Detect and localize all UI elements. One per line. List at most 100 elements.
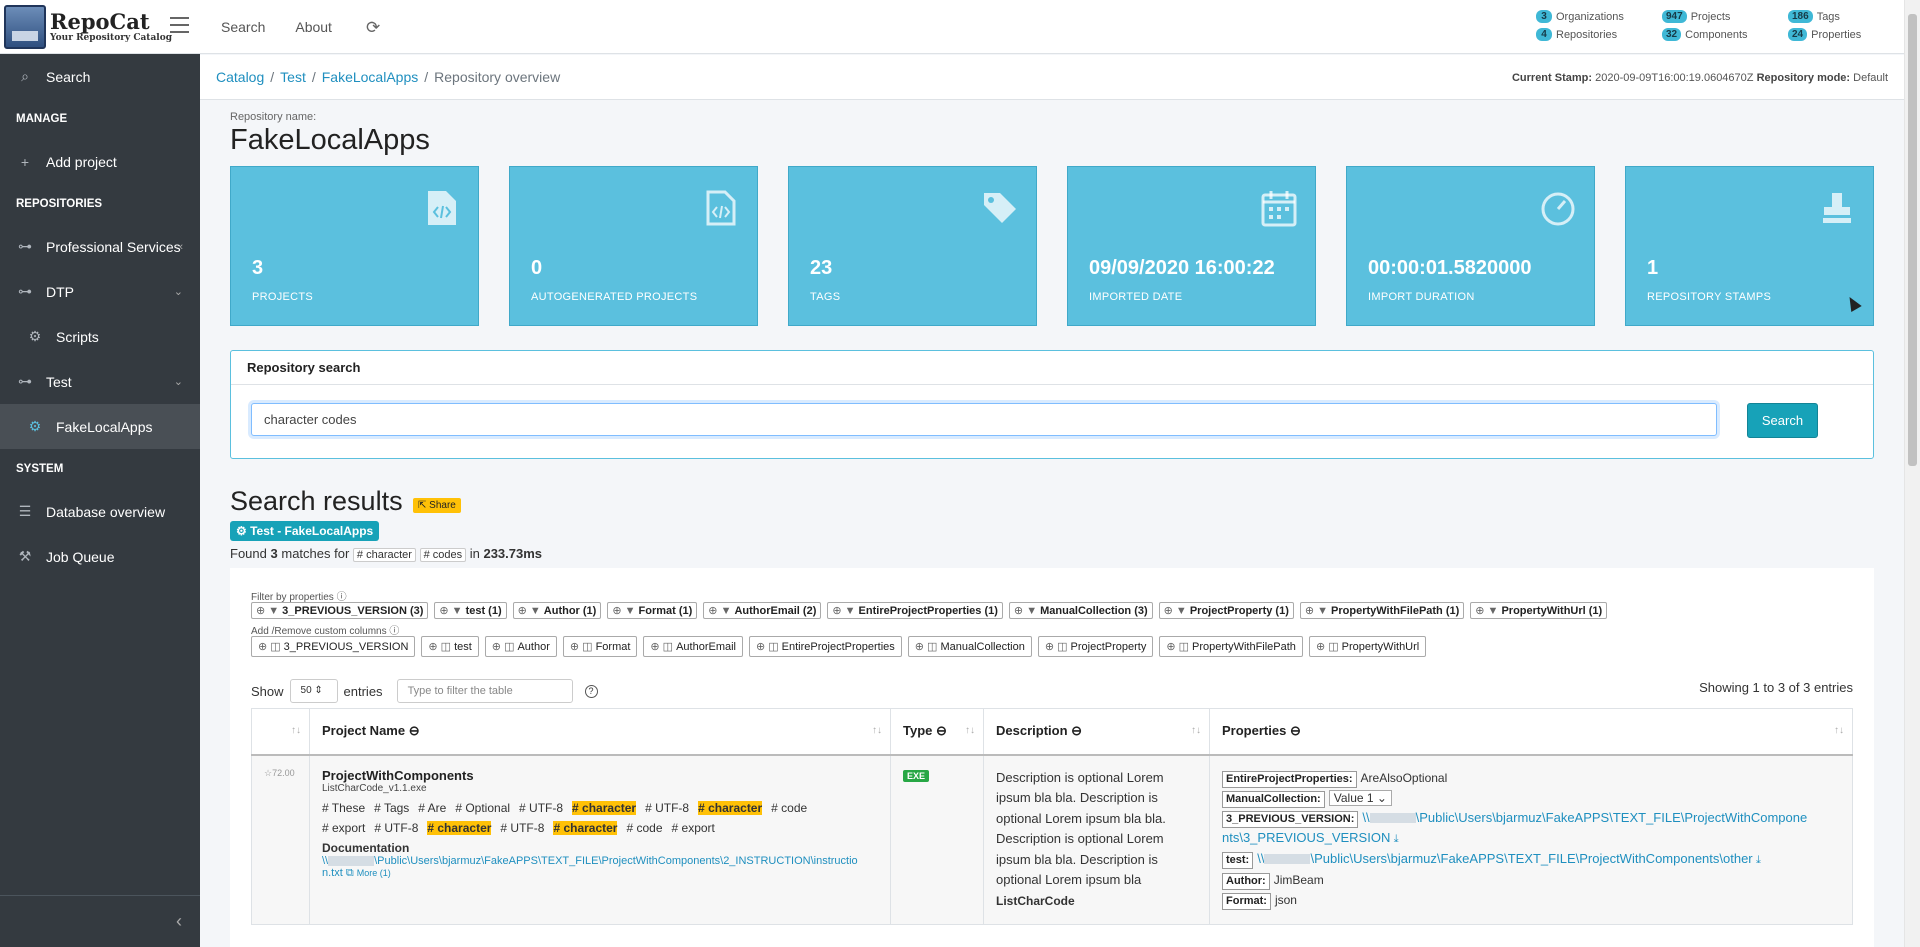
stat-components[interactable]: 32 Components: [1662, 28, 1788, 41]
chevron-left-icon: ‹: [179, 240, 183, 253]
minus-circle-icon[interactable]: ⊖: [936, 723, 947, 738]
sidebar-item-search[interactable]: ⌕ Search: [0, 54, 200, 99]
search-button[interactable]: Search: [1747, 403, 1818, 438]
stat-tags[interactable]: 186 Tags: [1788, 10, 1888, 23]
column-chip[interactable]: ⊕ ◫ PropertyWithFilePath: [1159, 636, 1303, 657]
test-link[interactable]: \\ \Public\Users\bjarmuz\FakeAPPS\TEXT_FI…: [1257, 851, 1752, 866]
stat-organizations[interactable]: 3 Organizations: [1536, 10, 1662, 23]
query-tag-character[interactable]: # character: [352, 548, 416, 562]
brand-name: RepoCat: [50, 9, 150, 34]
stat-projects[interactable]: 947 Projects: [1662, 10, 1788, 23]
page-title: FakeLocalApps: [230, 124, 430, 156]
properties-column-header[interactable]: Properties ⊖ ↑↓: [1209, 708, 1853, 756]
rating-column-header[interactable]: ↑↓: [251, 708, 310, 756]
column-chip[interactable]: ⊕ ◫ ProjectProperty: [1037, 636, 1154, 657]
sort-icon: ↑↓: [965, 725, 975, 736]
results-summary: Found 3 matches for # character # codes …: [230, 546, 543, 562]
nav-about-link[interactable]: About: [295, 19, 332, 35]
filter-chip[interactable]: ⊕ ▼ ManualCollection (3): [1008, 602, 1153, 619]
repository-icon: ⚙: [236, 524, 251, 538]
top-navbar: RepoCat Your Repository Catalog Search A…: [0, 0, 1904, 54]
plus-icon: +: [20, 153, 30, 170]
box-imported-date[interactable]: 09/09/2020 16:00:22 IMPORTED DATE: [1067, 166, 1316, 326]
minus-circle-icon[interactable]: ⊖: [409, 723, 420, 738]
page-size-select[interactable]: 50 ⇕: [289, 679, 338, 703]
column-chip[interactable]: ⊕ ◫ test: [421, 636, 479, 657]
breadcrumb-current: Repository overview: [434, 69, 561, 85]
scope-badge[interactable]: ⚙ Test - FakeLocalApps: [230, 521, 380, 541]
sort-icon: ↑↓: [1191, 725, 1201, 736]
sidebar-item-test[interactable]: ⊶ Test ⌄: [0, 359, 200, 404]
filter-chip[interactable]: ⊕ ▼ ProjectProperty (1): [1158, 602, 1294, 619]
custom-columns-label: Add /Remove custom columns ⓘ: [251, 626, 400, 637]
breadcrumb-test[interactable]: Test: [280, 69, 306, 85]
box-autogenerated[interactable]: 0 AUTOGENERATED PROJECTS: [509, 166, 758, 326]
sidebar-item-professional-services[interactable]: ⊶ Professional Services ‹: [0, 224, 200, 269]
stat-repositories[interactable]: 4 Repositories: [1536, 28, 1662, 41]
documentation-link[interactable]: \\ \Public\Users\bjarmuz\FakeAPPS\TEXT_FI…: [322, 855, 878, 880]
column-chip[interactable]: ⊕ ◫ ManualCollection: [907, 636, 1032, 657]
database-icon: ☰: [18, 503, 32, 519]
box-projects[interactable]: 3 PROJECTS: [230, 166, 479, 326]
breadcrumb-bar: Catalog / Test / FakeLocalApps / Repository ov…: [200, 55, 1904, 100]
column-chip[interactable]: ⊕ ◫ 3_PREVIOUS_VERSION: [251, 636, 416, 657]
filter-chip[interactable]: ⊕ ▼ PropertyWithUrl (1): [1470, 602, 1608, 619]
sidebar-header-system: SYSTEM: [16, 463, 64, 475]
file-code-icon: [428, 191, 456, 225]
project-name-column-header[interactable]: Project Name ⊖ ↑↓: [309, 708, 891, 756]
filter-chip[interactable]: ⊕ ▼ PropertyWithFilePath (1): [1299, 602, 1465, 619]
table-row[interactable]: ☆72.00 ProjectWithComponents ListCharCod…: [251, 754, 1853, 925]
download-icon[interactable]: ⤓: [1756, 854, 1761, 866]
rating-cell: ☆72.00: [251, 754, 310, 925]
minus-circle-icon[interactable]: ⊖: [1071, 723, 1082, 738]
filter-chip[interactable]: ⊕ ▼ Author (1): [512, 602, 602, 619]
more-link[interactable]: More (1): [357, 868, 391, 878]
tag-icon: [984, 193, 1016, 223]
sidebar-item-fakelocalapps[interactable]: ⚙ FakeLocalApps: [0, 404, 200, 449]
sidebar-item-add-project[interactable]: + Add project: [0, 139, 200, 184]
download-icon[interactable]: ⤓: [1394, 833, 1399, 845]
filter-chip[interactable]: ⊕ ▼ 3_PREVIOUS_VERSION (3): [251, 602, 429, 619]
manual-collection-select[interactable]: Value 1 ⌄: [1328, 789, 1392, 806]
column-chip[interactable]: ⊕ ◫ EntireProjectProperties: [749, 636, 902, 657]
column-chip[interactable]: ⊕ ◫ Author: [484, 636, 557, 657]
filter-chip[interactable]: ⊕ ▼ test (1): [434, 602, 507, 619]
breadcrumb-catalog[interactable]: Catalog: [216, 69, 264, 85]
box-tags[interactable]: 23 TAGS: [788, 166, 1037, 326]
redacted-block: [1264, 854, 1311, 865]
description-column-header[interactable]: Description ⊖ ↑↓: [983, 708, 1210, 756]
menu-toggle-icon[interactable]: [170, 17, 189, 33]
breadcrumb-repo[interactable]: FakeLocalApps: [322, 69, 419, 85]
share-icon: ⇱: [418, 500, 430, 511]
column-chip[interactable]: ⊕ ◫ Format: [562, 636, 638, 657]
search-input[interactable]: [251, 403, 1717, 436]
column-chip[interactable]: ⊕ ◫ PropertyWithUrl: [1308, 636, 1427, 657]
column-chip[interactable]: ⊕ ◫ AuthorEmail: [643, 636, 743, 657]
sidebar-header-manage: MANAGE: [16, 113, 68, 125]
filter-chip[interactable]: ⊕ ▼ EntireProjectProperties (1): [827, 602, 1003, 619]
filter-chip[interactable]: ⊕ ▼ Format (1): [607, 602, 698, 619]
sitemap-icon: ⊶: [18, 238, 32, 254]
table-filter-input[interactable]: Type to filter the table: [396, 679, 573, 703]
property-previous-version: 3_PREVIOUS_VERSION: \\ \Public\Users\bjarm…: [1222, 809, 1808, 845]
box-import-duration[interactable]: 00:00:01.5820000 IMPORT DURATION: [1346, 166, 1595, 326]
stat-properties[interactable]: 24 Properties: [1788, 28, 1888, 41]
repo-label: Repository name:: [230, 111, 317, 123]
scrollbar-thumb[interactable]: [1908, 14, 1917, 466]
sidebar-item-job-queue[interactable]: ⚒ Job Queue: [0, 534, 200, 579]
sidebar-item-dtp[interactable]: ⊶ DTP ⌄: [0, 269, 200, 314]
help-icon[interactable]: ?: [584, 684, 598, 698]
sidebar-collapse[interactable]: ‹: [0, 895, 200, 947]
box-repository-stamps[interactable]: 1 REPOSITORY STAMPS: [1625, 166, 1874, 326]
filter-chip[interactable]: ⊕ ▼ AuthorEmail (2): [703, 602, 822, 619]
sidebar-item-scripts[interactable]: ⚙ Scripts: [0, 314, 200, 359]
project-name[interactable]: ProjectWithComponents: [322, 768, 878, 783]
sidebar-item-database-overview[interactable]: ☰ Database overview: [0, 489, 200, 534]
type-column-header[interactable]: Type ⊖ ↑↓: [890, 708, 984, 756]
nav-search-link[interactable]: Search: [221, 19, 265, 35]
share-button[interactable]: ⇱ Share: [413, 498, 461, 513]
refresh-icon[interactable]: ⟳: [366, 18, 380, 38]
query-tag-codes[interactable]: # codes: [419, 548, 467, 562]
page-scrollbar[interactable]: [1904, 0, 1920, 947]
minus-circle-icon[interactable]: ⊖: [1290, 723, 1301, 738]
